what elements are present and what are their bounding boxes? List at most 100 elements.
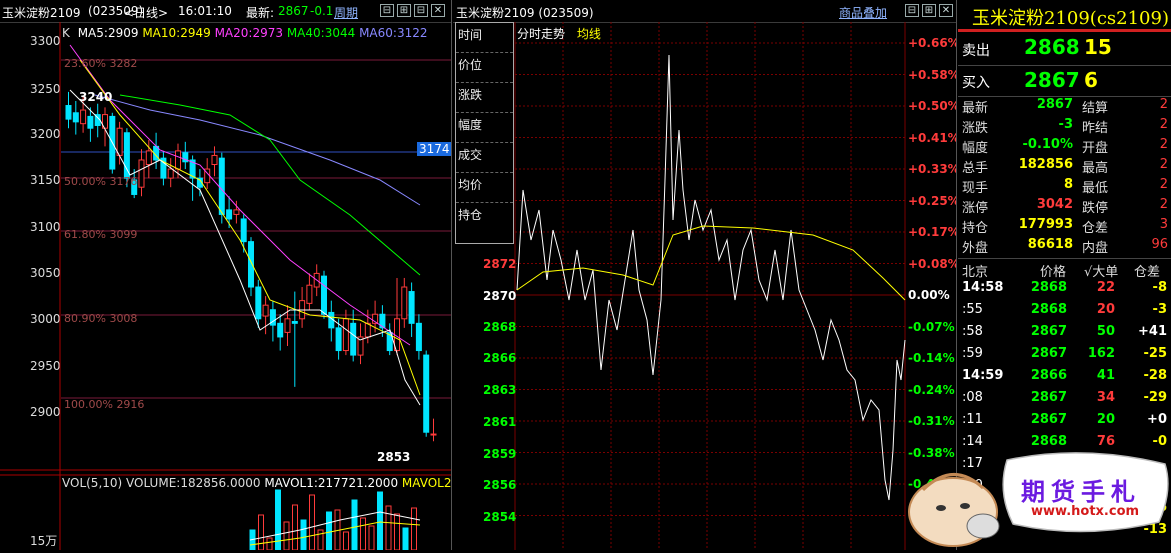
volume-bar — [394, 513, 400, 550]
pct-tick: -0.14% — [908, 351, 955, 365]
price-tick: 2859 — [483, 447, 517, 461]
tick-volume: 162 — [1087, 346, 1115, 361]
quote-value: 2 — [1159, 117, 1168, 132]
quote-label: 开盘 — [1082, 141, 1109, 156]
ma-line — [94, 94, 421, 206]
candle-body — [167, 168, 174, 179]
fib-label: 100.00% 2916 — [64, 398, 145, 411]
quote-value: 3042 — [1036, 197, 1073, 212]
tick-oi-change: -0 — [1152, 434, 1167, 449]
candle-body — [350, 322, 357, 356]
buy-price: 2867 — [1024, 68, 1080, 92]
quote-label: 总手 — [962, 161, 989, 176]
quote-value: 8 — [1063, 177, 1073, 192]
volume-bar — [343, 531, 349, 550]
candle-body — [116, 127, 123, 156]
quote-stats: 最新 2867 结算 2 涨跌 -3 昨结 2 幅度 -0.10% 开盘 2 总手 182856 最高 2 现手… — [958, 96, 1171, 259]
volume-bar — [411, 507, 417, 550]
pct-tick: 0.00% — [908, 288, 950, 302]
pct-tick: -0.31% — [908, 414, 955, 428]
volume-bar — [300, 519, 307, 550]
quote-label: 最新 — [962, 101, 989, 116]
minute-chart[interactable] — [453, 0, 957, 550]
tick-header-time: 北京 — [962, 265, 989, 280]
low-label: 2853 — [377, 450, 411, 464]
candle-body — [226, 209, 233, 220]
volume-bar — [258, 514, 264, 550]
buy-label: 买入 — [962, 75, 990, 91]
info-price: 价位 — [456, 53, 513, 83]
buy-volume: 6 — [1084, 68, 1098, 92]
ma-line — [119, 94, 421, 276]
tick-oi-change: -28 — [1143, 368, 1168, 383]
quote-value: 2 — [1159, 177, 1168, 192]
legend-trend: 分时走势 — [517, 27, 566, 41]
fib-label: 80.90% 3008 — [64, 312, 138, 325]
pct-tick: +0.33% — [908, 162, 957, 176]
kline-chart[interactable] — [0, 0, 452, 550]
tick-volume: 50 — [1096, 324, 1115, 339]
kline-panel[interactable]: 玉米淀粉2109 (023509) <日线> 16:01:10 最新: 2867… — [0, 0, 452, 550]
candle-body — [321, 275, 327, 315]
quote-value: 2 — [1159, 137, 1168, 152]
quote-row: 外盘 86618 内盘 96 — [958, 237, 1171, 257]
info-time: 时间 — [456, 23, 513, 53]
quote-row: 幅度 -0.10% 开盘 2 — [958, 137, 1171, 157]
quote-row: 总手 182856 最高 2 — [958, 157, 1171, 177]
candle-body — [401, 286, 408, 320]
quote-title: 玉米淀粉2109(cs2109) — [972, 8, 1169, 29]
quote-row: 现手 8 最低 2 — [958, 177, 1171, 197]
pct-tick: +0.66% — [908, 36, 957, 50]
candle-body — [277, 322, 284, 338]
candle-body — [145, 150, 152, 166]
minute-panel[interactable]: 玉米淀粉2109 (023509) 商品叠加 ⊟ ⊞ ✕ 分时走势 均线 时间 … — [453, 0, 957, 550]
info-oi: 持仓 — [458, 208, 483, 222]
tick-time: 14:59 — [962, 368, 1004, 383]
price-tick: 2854 — [483, 510, 517, 524]
candle-body — [233, 209, 240, 215]
candle-body — [211, 154, 218, 166]
price-tick: 2870 — [483, 289, 517, 303]
vol-tick: 15万 — [30, 534, 58, 548]
candle-body — [291, 321, 298, 324]
tick-volume: 41 — [1096, 368, 1115, 383]
tick-time: 14:58 — [962, 280, 1004, 295]
pct-tick: -0.07% — [908, 319, 955, 334]
quote-label: 最低 — [1082, 181, 1109, 196]
volume-bar — [283, 521, 290, 550]
info-change: 涨跌 — [456, 83, 513, 113]
tick-row: :59 2867 162 -25 — [958, 346, 1171, 368]
quote-label: 昨结 — [1082, 121, 1109, 136]
high-label: 3240 — [79, 90, 113, 104]
tick-volume: 20 — [1096, 302, 1115, 317]
quote-value: 2867 — [1036, 97, 1073, 112]
candle-body — [248, 241, 254, 288]
quote-value: 3 — [1159, 217, 1168, 232]
pct-tick: +0.25% — [908, 193, 957, 208]
quote-value: 86618 — [1027, 237, 1073, 252]
quote-value: 182856 — [1018, 157, 1073, 172]
candle-body — [123, 132, 130, 179]
quote-value: 2 — [1159, 97, 1168, 112]
pct-tick: +0.17% — [908, 225, 957, 239]
sell-volume: 15 — [1084, 35, 1112, 59]
tick-oi-change: -29 — [1143, 390, 1168, 405]
tick-oi-change: +0 — [1147, 412, 1167, 427]
candle-body — [218, 157, 225, 215]
buy-row: 买入 2867 6 — [958, 66, 1171, 97]
quote-value: 2 — [1159, 197, 1168, 212]
pct-tick: +0.58% — [908, 67, 957, 82]
price-tick: 2863 — [483, 383, 517, 397]
tick-time: :11 — [962, 412, 983, 427]
quote-value: 2 — [1159, 157, 1168, 172]
volume-bar — [326, 511, 332, 550]
ma-line — [69, 44, 411, 346]
tick-row: 14:59 2866 41 -28 — [958, 368, 1171, 390]
quote-label: 持仓 — [962, 221, 989, 236]
quote-label: 跌停 — [1082, 201, 1109, 216]
candle-body — [138, 159, 145, 188]
pct-tick: +0.41% — [908, 130, 957, 145]
volume-bar — [377, 491, 383, 550]
volume-bar — [351, 499, 358, 550]
watermark-url: www.hotx.com — [1031, 504, 1140, 519]
